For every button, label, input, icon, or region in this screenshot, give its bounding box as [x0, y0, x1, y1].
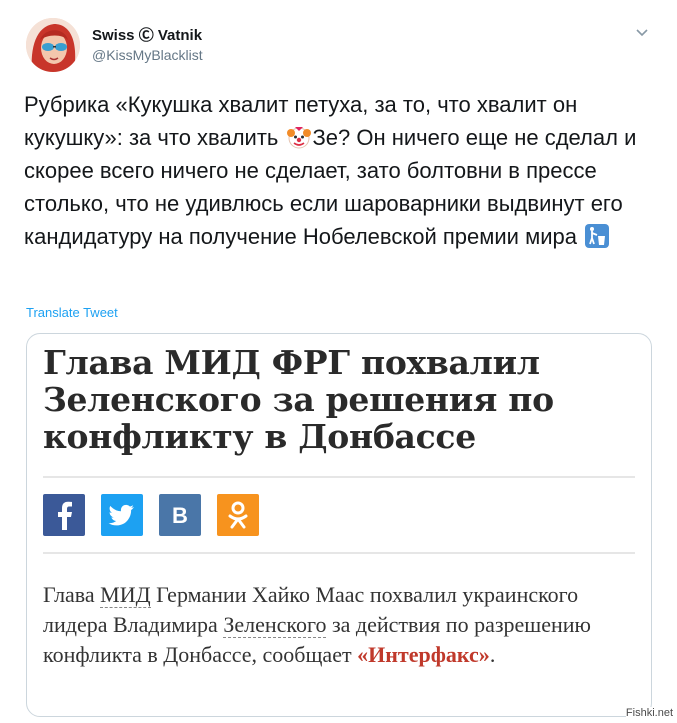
- source-link[interactable]: «Интерфакс»: [357, 642, 490, 667]
- clown-face-emoji-icon: [286, 124, 312, 150]
- article-text-end: .: [489, 642, 496, 667]
- article-text-part1: Глава: [43, 582, 101, 607]
- twitter-icon[interactable]: [101, 494, 143, 536]
- translate-tweet-link[interactable]: Translate Tweet: [26, 305, 118, 320]
- vk-icon[interactable]: В: [159, 494, 201, 536]
- mid-link[interactable]: МИД: [100, 582, 151, 608]
- divider: [43, 476, 635, 478]
- tweet-text: Рубрика «Кукушка хвалит петуха, за то, ч…: [24, 88, 644, 253]
- card-article-text: Глава МИД Германии Хайко Маас похвалил у…: [43, 580, 623, 670]
- put-litter-in-its-place-icon: [584, 223, 610, 249]
- author-display-name[interactable]: Swiss Ⓒ Vatnik: [92, 24, 202, 45]
- zelensky-link[interactable]: Зеленского: [223, 612, 327, 638]
- link-preview-card[interactable]: Глава МИД ФРГ похвалил Зеленского за реш…: [26, 333, 652, 717]
- divider: [43, 552, 635, 554]
- author-handle[interactable]: @KissMyBlacklist: [92, 47, 203, 63]
- watermark: Fishki.net: [625, 707, 673, 719]
- avatar-image: [26, 18, 80, 72]
- facebook-icon[interactable]: [43, 494, 85, 536]
- svg-text:В: В: [172, 503, 188, 528]
- avatar[interactable]: [26, 18, 80, 72]
- odnoklassniki-icon[interactable]: [217, 494, 259, 536]
- card-headline: Глава МИД ФРГ похвалил Зеленского за реш…: [43, 343, 554, 456]
- chevron-down-icon[interactable]: [634, 24, 650, 40]
